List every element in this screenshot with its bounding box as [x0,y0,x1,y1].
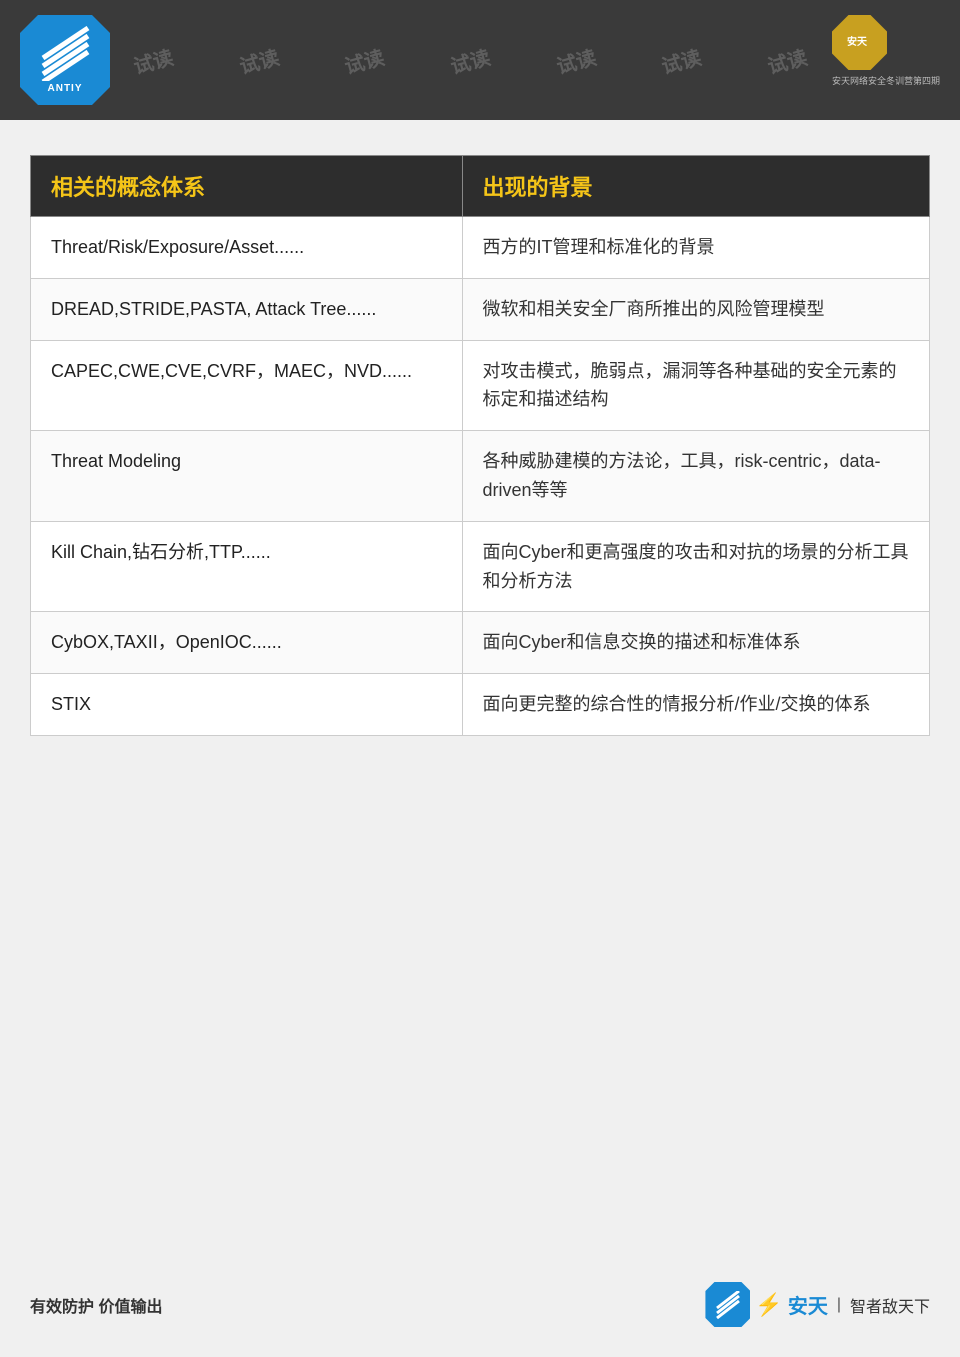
content-table: 相关的概念体系 出现的背景 Threat/Risk/Exposure/Asset… [30,155,930,736]
header-right-subtitle: 安天网络安全冬训营第四期 [832,74,940,87]
footer: 有效防护 价值输出 ⚡ 安天 | 智者敌天下 [30,1282,930,1327]
header-right-logo-shape: 安天 [832,15,887,70]
cell-right-5: 面向Cyber和信息交换的描述和标准体系 [462,612,929,674]
header-watermarks: 试读 试读 试读 试读 试读 试读 试读 [100,0,840,120]
watermark-7: 试读 [764,41,810,79]
watermark-1: 试读 [130,41,176,79]
footer-logo-icon [705,1282,750,1327]
cell-left-5: CybOX,TAXII，OpenIOC...... [31,612,463,674]
svg-text:安天: 安天 [847,35,868,48]
header: ANTIY 试读 试读 试读 试读 试读 试读 试读 安天 安天网络安全冬训营第… [0,0,960,120]
cell-right-4: 面向Cyber和更高强度的攻击和对抗的场景的分析工具和分析方法 [462,521,929,612]
cell-left-2: CAPEC,CWE,CVE,CVRF，MAEC，NVD...... [31,340,463,431]
table-row: DREAD,STRIDE,PASTA, Attack Tree......微软和… [31,278,930,340]
watermark-4: 试读 [447,41,493,79]
col1-header: 相关的概念体系 [31,156,463,217]
footer-slogan: 智者敌天下 [850,1293,930,1317]
cell-right-6: 面向更完整的综合性的情报分析/作业/交换的体系 [462,674,929,736]
watermark-5: 试读 [553,41,599,79]
cell-left-6: STIX [31,674,463,736]
logo-text: ANTIY [48,83,83,94]
cell-right-2: 对攻击模式，脆弱点，漏洞等各种基础的安全元素的标定和描述结构 [462,340,929,431]
header-right-area: 安天 安天网络安全冬训营第四期 [832,15,940,87]
table-header-row: 相关的概念体系 出现的背景 [31,156,930,217]
watermark-3: 试读 [341,41,387,79]
logo-icon [38,26,93,81]
header-right-logo-icon: 安天 [842,25,877,60]
table-row: STIX面向更完整的综合性的情报分析/作业/交换的体系 [31,674,930,736]
table-row: Threat/Risk/Exposure/Asset......西方的IT管理和… [31,217,930,279]
logo: ANTIY [20,15,110,105]
cell-left-3: Threat Modeling [31,431,463,522]
col2-header: 出现的背景 [462,156,929,217]
watermark-2: 试读 [235,41,281,79]
cell-right-0: 西方的IT管理和标准化的背景 [462,217,929,279]
table-row: Kill Chain,钻石分析,TTP......面向Cyber和更高强度的攻击… [31,521,930,612]
footer-logo: ⚡ 安天 | 智者敌天下 [705,1282,930,1327]
cell-right-3: 各种威胁建模的方法论，工具，risk-centric，data-driven等等 [462,431,929,522]
table-row: CAPEC,CWE,CVE,CVRF，MAEC，NVD......对攻击模式，脆… [31,340,930,431]
footer-logo-text: ⚡ [755,1292,782,1318]
footer-left-text: 有效防护 价值输出 [30,1293,162,1317]
cell-left-1: DREAD,STRIDE,PASTA, Attack Tree...... [31,278,463,340]
footer-brand-text: 安天 [788,1290,828,1319]
cell-left-4: Kill Chain,钻石分析,TTP...... [31,521,463,612]
table-row: CybOX,TAXII，OpenIOC......面向Cyber和信息交换的描述… [31,612,930,674]
footer-brand-sub: | [837,1296,841,1314]
watermark-6: 试读 [658,41,704,79]
cell-right-1: 微软和相关安全厂商所推出的风险管理模型 [462,278,929,340]
footer-logo-svg [714,1291,742,1319]
main-area: 试读 试读 试读 试读 试读 试读 试读 试读 试读 试读 试读 试读 试读 试… [30,155,930,736]
table-row: Threat Modeling各种威胁建模的方法论，工具，risk-centri… [31,431,930,522]
cell-left-0: Threat/Risk/Exposure/Asset...... [31,217,463,279]
